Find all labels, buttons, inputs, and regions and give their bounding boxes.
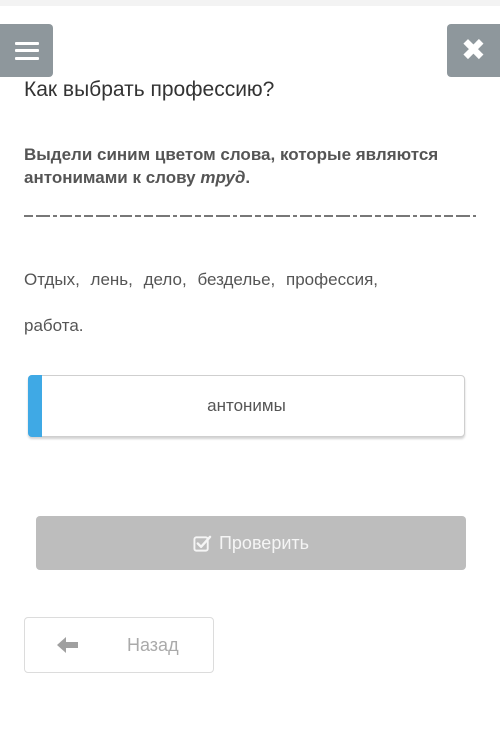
- answer-box-label: антонимы: [207, 396, 286, 415]
- close-icon: ✖: [460, 33, 487, 68]
- back-button-label: Назад: [127, 635, 179, 655]
- word-list-line-1: Отдых, лень, дело, безделье, профессия,: [24, 270, 384, 290]
- back-button[interactable]: Назад: [24, 617, 214, 673]
- instruction-keyword: труд: [200, 168, 246, 187]
- word-item[interactable]: дело,: [144, 270, 187, 289]
- dashed-divider: [24, 215, 476, 217]
- checkbox-icon: [193, 535, 212, 552]
- top-strip: [0, 0, 500, 6]
- arrow-left-icon: [57, 637, 78, 653]
- word-item[interactable]: лень,: [91, 270, 133, 289]
- instruction-end: .: [245, 168, 251, 187]
- word-item[interactable]: безделье,: [197, 270, 275, 289]
- task-instruction: Выдели синим цветом слова, которые являю…: [24, 143, 444, 189]
- check-button-label: Проверить: [218, 532, 310, 553]
- check-button[interactable]: Проверить: [36, 516, 466, 570]
- close-button[interactable]: ✖: [447, 24, 500, 77]
- word-item[interactable]: работа.: [24, 316, 84, 335]
- word-item[interactable]: Отдых,: [24, 270, 80, 289]
- antonyms-answer-box[interactable]: антонимы: [28, 375, 465, 437]
- color-accent-bar: [28, 375, 42, 437]
- page-title: Как выбрать профессию?: [24, 78, 275, 101]
- hamburger-icon: [14, 41, 39, 60]
- word-list-line-2: работа.: [24, 316, 84, 336]
- word-item[interactable]: профессия,: [286, 270, 378, 289]
- menu-button[interactable]: [0, 24, 53, 77]
